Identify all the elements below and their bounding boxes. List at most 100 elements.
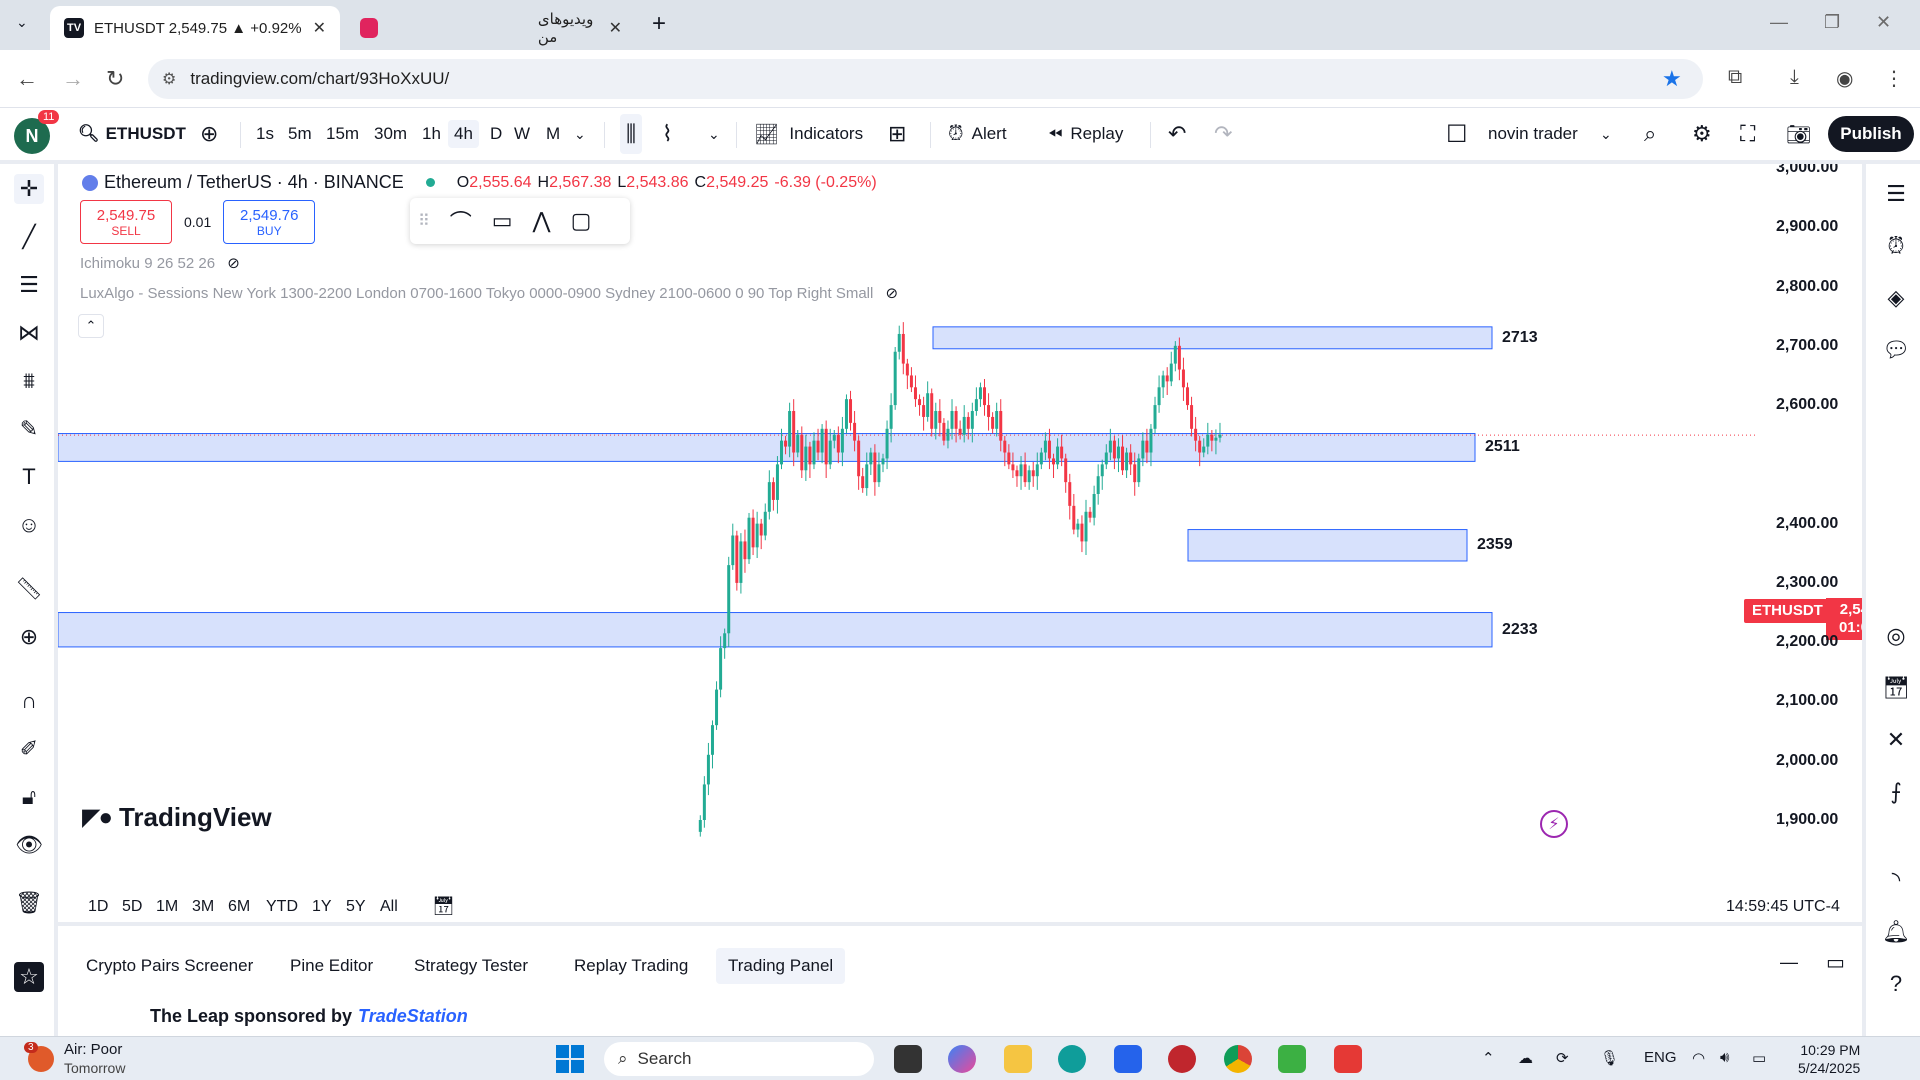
zoom-in-icon[interactable]: ⊕ (14, 622, 44, 652)
forecasting-icon[interactable]: ⩩ (14, 366, 44, 396)
symbol-search[interactable]: 🔍︎ ETHUSDT (78, 108, 186, 160)
close-tab-icon[interactable]: ✕ (609, 18, 622, 38)
range-6m[interactable]: 6M (228, 898, 250, 916)
lightning-icon[interactable]: ⚡︎ (1540, 810, 1568, 838)
sell-button[interactable]: 2,549.75 SELL (80, 200, 172, 244)
symbol-title[interactable]: Ethereum / TetherUS · 4h · BINANCE (104, 172, 404, 193)
settings-icon[interactable]: ⚙ (1692, 108, 1712, 160)
tf-w[interactable]: W (514, 108, 530, 160)
system-clock[interactable]: 10:29 PM 5/24/2025 (1798, 1041, 1860, 1077)
indicator-ichimoku[interactable]: Ichimoku 9 26 52 26 ⊘ (80, 254, 240, 272)
tab-strategy-tester[interactable]: Strategy Tester (402, 948, 540, 984)
back-icon[interactable]: ← (16, 66, 38, 92)
tf-m[interactable]: M (546, 108, 560, 160)
close-window-icon[interactable]: ✕ (1876, 12, 1891, 33)
compare-symbol-icon[interactable]: ⊕ (200, 108, 218, 160)
microphone-icon[interactable]: 🎙︎ (1600, 1049, 1619, 1067)
range-all[interactable]: All (380, 898, 398, 916)
minimize-panel-icon[interactable]: — (1780, 952, 1798, 973)
tf-5m[interactable]: 5m (288, 108, 312, 160)
camera-icon[interactable]: 📷︎ (1786, 108, 1811, 160)
crosshair-icon[interactable]: ✛ (14, 174, 44, 204)
weather-widget[interactable]: 3 Air: Poor Tomorrow (24, 1041, 125, 1077)
close-tab-icon[interactable]: ✕ (313, 18, 326, 38)
indicator-luxalgo[interactable]: LuxAlgo - Sessions New York 1300-2200 Lo… (80, 284, 898, 302)
publish-button[interactable]: Publish (1828, 116, 1914, 152)
hide-drawings-icon[interactable]: 👁︎ (14, 830, 44, 860)
range-1y[interactable]: 1Y (312, 898, 332, 916)
lock-icon[interactable]: 🔓︎ (14, 782, 44, 812)
forward-icon[interactable]: → (62, 66, 84, 92)
language-indicator[interactable]: ENG (1644, 1049, 1677, 1066)
rectangle-tool-icon[interactable]: ▭ (492, 208, 513, 234)
volume-icon[interactable]: 🔊︎ (1720, 1049, 1729, 1066)
tab-crypto-pairs-screener[interactable]: Crypto Pairs Screener (74, 948, 265, 984)
brush-icon[interactable]: ✎ (14, 414, 44, 444)
fullscreen-icon[interactable]: ⛶ (1740, 108, 1755, 160)
buy-button[interactable]: 2,549.76 BUY (223, 200, 316, 244)
tab-list-dropdown-icon[interactable]: ⌄ (16, 14, 28, 31)
calendar-icon[interactable]: 📅︎ (1880, 672, 1912, 704)
tf-1s[interactable]: 1s (256, 108, 274, 160)
ruler-icon[interactable]: 📏︎ (14, 574, 44, 604)
indicators-button[interactable]: 📈︎ Indicators (754, 108, 863, 160)
range-1d[interactable]: 1D (88, 898, 108, 916)
maximize-panel-icon[interactable]: ▭ (1826, 950, 1845, 975)
camtasia-red-icon[interactable] (1334, 1045, 1362, 1073)
tf-d[interactable]: D (490, 108, 502, 160)
windows-start-icon[interactable] (556, 1045, 584, 1073)
chat-icon[interactable]: 💬︎ (1880, 334, 1912, 366)
task-view-icon[interactable] (894, 1045, 922, 1073)
quick-search-icon[interactable]: ⌕ (1644, 108, 1656, 160)
range-1m[interactable]: 1M (156, 898, 178, 916)
hidden-eye-icon[interactable]: ⊘ (227, 255, 240, 272)
magnet-icon[interactable]: ∩ (14, 686, 44, 716)
trend-line-icon[interactable]: ╱ (14, 222, 44, 252)
range-ytd[interactable]: YTD (266, 898, 298, 916)
battery-icon[interactable]: ▭ (1752, 1049, 1766, 1067)
range-3m[interactable]: 3M (192, 898, 214, 916)
restore-icon[interactable]: ❐ (1824, 12, 1840, 33)
stay-in-drawing-mode-icon[interactable]: ✐ (14, 734, 44, 764)
tf-30m[interactable]: 30m (374, 108, 407, 160)
tray-overflow-icon[interactable]: ⌃ (1482, 1049, 1495, 1067)
elliott-wave-icon[interactable]: ⋀ (533, 208, 551, 234)
signal-icon[interactable]: ◝ (1880, 864, 1912, 896)
layout-dropdown-icon[interactable]: ⌄ (1600, 108, 1612, 160)
tab-videos[interactable]: ویدیوهای من ✕ (346, 6, 636, 50)
tab-trading-panel[interactable]: Trading Panel (716, 948, 846, 984)
chrome-icon[interactable] (1224, 1045, 1252, 1073)
line-chart-type-icon[interactable]: ⌇ (662, 108, 673, 160)
pattern-icon[interactable]: ⋈ (14, 318, 44, 348)
timeframe-dropdown-icon[interactable]: ⌄ (574, 108, 586, 160)
app-red-p-icon[interactable] (1168, 1045, 1196, 1073)
text-icon[interactable]: T (14, 462, 44, 492)
new-tab-icon[interactable]: + (652, 10, 666, 38)
sync-icon[interactable]: ⟳ (1556, 1049, 1569, 1067)
layout-name[interactable]: novin trader (1488, 108, 1578, 160)
pine-icon[interactable]: ⨍ (1880, 776, 1912, 808)
redo-icon[interactable]: ↷ (1214, 108, 1232, 160)
range-5d[interactable]: 5D (122, 898, 142, 916)
range-5y[interactable]: 5Y (346, 898, 366, 916)
object-tree-icon[interactable]: ◈ (1880, 282, 1912, 314)
tf-1h[interactable]: 1h (422, 108, 441, 160)
go-to-date-icon[interactable]: 📅︎ (432, 896, 455, 917)
callout-tool-icon[interactable]: ▢ (571, 208, 592, 234)
tab-pine-editor[interactable]: Pine Editor (278, 948, 385, 984)
menu-icon[interactable]: ⋮ (1884, 66, 1904, 91)
tab-tradingview[interactable]: TV ETHUSDT 2,549.75 ▲ +0.92% n ✕ (50, 6, 340, 50)
copilot-icon[interactable] (948, 1045, 976, 1073)
sponsor-banner[interactable]: The Leap sponsored by TradeStation (150, 1006, 468, 1027)
drag-handle-icon[interactable]: ⠿ (418, 211, 430, 231)
collapse-legend-icon[interactable]: ⌃ (78, 314, 104, 338)
file-explorer-icon[interactable] (1004, 1045, 1032, 1073)
download-icon[interactable]: ⤓ (1790, 66, 1799, 89)
alerts-clock-icon[interactable]: ⏰︎ (1880, 230, 1912, 262)
extensions-icon[interactable]: ⧉ (1728, 66, 1742, 89)
emoji-icon[interactable]: ☺ (14, 510, 44, 540)
replay-button[interactable]: ⏪︎ Replay (1048, 108, 1123, 160)
templates-icon[interactable]: ⊞ (888, 108, 906, 160)
wifi-icon[interactable]: ◠ (1692, 1049, 1705, 1067)
path-tool-icon[interactable]: ⌒ (450, 205, 472, 237)
